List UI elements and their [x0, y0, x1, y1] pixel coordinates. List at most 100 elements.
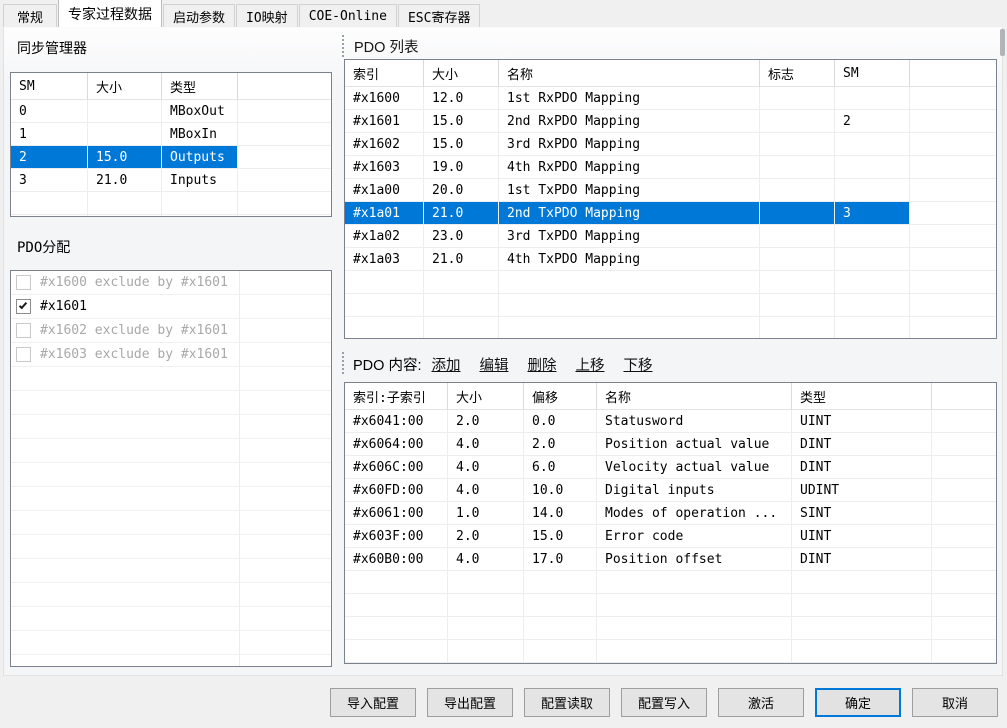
table-row[interactable]: #x1a0321.04th TxPDO Mapping — [345, 248, 996, 271]
checkbox[interactable] — [16, 299, 31, 314]
edit-link[interactable]: 编辑 — [479, 354, 508, 375]
cell — [910, 225, 996, 248]
cell: UINT — [792, 525, 932, 548]
config-write-button[interactable]: 配置写入 — [621, 688, 707, 717]
column-header[interactable]: 偏移 — [524, 383, 597, 410]
column-header[interactable]: 大小 — [88, 73, 162, 100]
activate-button[interactable]: 激活 — [718, 688, 804, 717]
pdo-assign-item[interactable]: #x1602 exclude by #x1601 — [11, 319, 331, 343]
tab-esc-register[interactable]: ESC寄存器 — [398, 4, 480, 27]
column-header[interactable]: 类型 — [792, 383, 932, 410]
column-header[interactable] — [910, 60, 996, 87]
splitter-handle-icon[interactable] — [342, 35, 345, 57]
cell: 2.0 — [448, 410, 524, 433]
pdo-assign-label: #x1603 exclude by #x1601 — [40, 347, 228, 362]
ok-button[interactable]: 确定 — [815, 688, 901, 717]
column-header[interactable] — [238, 73, 331, 100]
tab-general[interactable]: 常规 — [3, 4, 57, 27]
delete-link[interactable]: 删除 — [527, 354, 556, 375]
table-row[interactable]: 0MBoxOut — [11, 100, 331, 123]
table-row[interactable]: #x60B0:004.017.0Position offsetDINT — [345, 548, 996, 571]
column-header[interactable]: 索引 — [345, 60, 424, 87]
tab-coe-online[interactable]: COE-Online — [299, 4, 397, 27]
config-read-button[interactable]: 配置读取 — [524, 688, 610, 717]
cell — [345, 640, 448, 663]
cell: 4.0 — [448, 433, 524, 456]
table-row[interactable]: #x1a0121.02nd TxPDO Mapping3 — [345, 202, 996, 225]
pdo-content-actions: 添加 编辑 删除 上移 下移 — [431, 354, 671, 375]
table-row[interactable]: 1MBoxIn — [11, 123, 331, 146]
pdo-assign-item[interactable]: #x1600 exclude by #x1601 — [11, 271, 331, 295]
column-header[interactable]: 名称 — [499, 60, 760, 87]
pdo-assign-item[interactable]: #x1603 exclude by #x1601 — [11, 343, 331, 367]
empty-row — [345, 271, 996, 294]
cell: #x60B0:00 — [345, 548, 448, 571]
move-down-link[interactable]: 下移 — [623, 354, 652, 375]
cell — [345, 594, 448, 617]
table-row[interactable]: #x60FD:004.010.0Digital inputsUDINT — [345, 479, 996, 502]
cell — [448, 640, 524, 663]
cell: 21.0 — [88, 169, 162, 192]
table-header-row: 索引:子索引大小偏移名称类型 — [345, 383, 996, 410]
cell — [910, 248, 996, 271]
column-header[interactable]: 标志 — [760, 60, 835, 87]
cell — [760, 179, 835, 202]
cell — [835, 179, 910, 202]
pdo-assign-label: #x1600 exclude by #x1601 — [40, 275, 228, 290]
cell — [597, 640, 792, 663]
cell: Position offset — [597, 548, 792, 571]
column-header[interactable]: 名称 — [597, 383, 792, 410]
column-header[interactable]: 大小 — [448, 383, 524, 410]
table-row[interactable]: #x160215.03rd RxPDO Mapping — [345, 133, 996, 156]
cell — [345, 571, 448, 594]
export-config-button[interactable]: 导出配置 — [427, 688, 513, 717]
table-row[interactable]: #x6064:004.02.0Position actual valueDINT — [345, 433, 996, 456]
column-header[interactable]: 索引:子索引 — [345, 383, 448, 410]
table-row[interactable]: #x6061:001.014.0Modes of operation ...SI… — [345, 502, 996, 525]
table-row[interactable]: #x606C:004.06.0Velocity actual valueDINT — [345, 456, 996, 479]
splitter-handle-icon[interactable] — [342, 352, 345, 374]
table-row[interactable]: #x160012.01st RxPDO Mapping — [345, 87, 996, 110]
tab-startup-parameters[interactable]: 启动参数 — [163, 4, 235, 27]
cell: Velocity actual value — [597, 456, 792, 479]
pdo-content-table: 索引:子索引大小偏移名称类型 #x6041:002.00.0Statusword… — [344, 382, 997, 664]
cell — [792, 663, 932, 664]
table-row[interactable]: #x160319.04th RxPDO Mapping — [345, 156, 996, 179]
pdo-assign-item[interactable]: #x1601 — [11, 295, 331, 319]
cell — [835, 133, 910, 156]
cell: #x1601 — [345, 110, 424, 133]
import-config-button[interactable]: 导入配置 — [330, 688, 416, 717]
cell: 23.0 — [424, 225, 499, 248]
column-header[interactable]: 类型 — [162, 73, 238, 100]
empty-row — [11, 463, 331, 487]
cell: 12.0 — [424, 87, 499, 110]
table-row[interactable]: 215.0Outputs — [11, 146, 331, 169]
column-header[interactable] — [932, 383, 996, 410]
table-row[interactable]: #x1a0020.01st TxPDO Mapping — [345, 179, 996, 202]
cell — [932, 456, 996, 479]
cell — [448, 594, 524, 617]
column-header[interactable]: 大小 — [424, 60, 499, 87]
table-row[interactable]: #x1a0223.03rd TxPDO Mapping — [345, 225, 996, 248]
checkbox — [16, 347, 31, 362]
cell — [835, 294, 910, 317]
tab-expert-process-data[interactable]: 专家过程数据 — [58, 0, 162, 27]
column-header[interactable]: SM — [835, 60, 910, 87]
cell — [932, 571, 996, 594]
table-row[interactable]: #x603F:002.015.0Error codeUINT — [345, 525, 996, 548]
tab-io-mapping[interactable]: IO映射 — [236, 4, 298, 27]
cell — [345, 271, 424, 294]
table-row[interactable]: #x160115.02nd RxPDO Mapping2 — [345, 110, 996, 133]
cell: SINT — [792, 502, 932, 525]
vertical-scrollbar-thumb[interactable] — [1000, 29, 1005, 56]
empty-row — [11, 391, 331, 415]
cell — [238, 215, 331, 217]
move-up-link[interactable]: 上移 — [575, 354, 604, 375]
cell — [760, 133, 835, 156]
cancel-button[interactable]: 取消 — [912, 688, 998, 717]
table-row[interactable]: 321.0Inputs — [11, 169, 331, 192]
column-header[interactable]: SM — [11, 73, 88, 100]
table-row[interactable]: #x6041:002.00.0StatuswordUINT — [345, 410, 996, 433]
cell: 3 — [835, 202, 910, 225]
add-link[interactable]: 添加 — [431, 354, 460, 375]
